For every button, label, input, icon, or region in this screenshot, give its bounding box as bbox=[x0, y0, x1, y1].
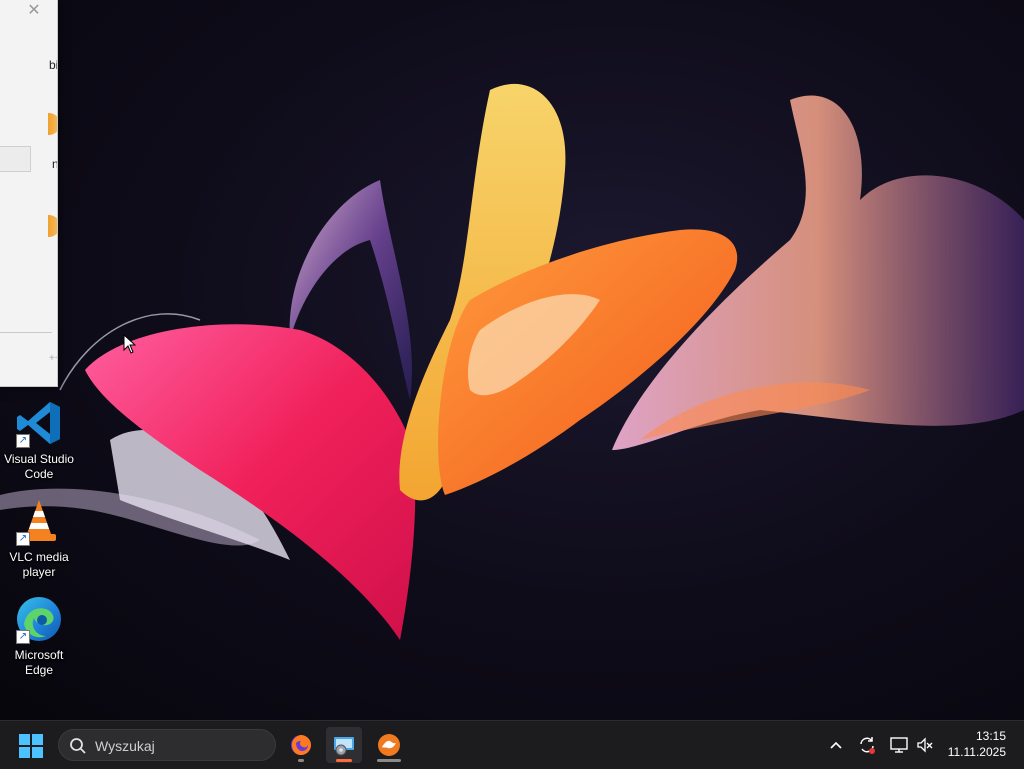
desktop-icon-label: player bbox=[22, 565, 56, 579]
window-textbox[interactable] bbox=[0, 146, 31, 172]
mouse-cursor-icon bbox=[123, 334, 137, 354]
vscode-icon: ↗ bbox=[14, 398, 64, 448]
chevron-up-icon[interactable] bbox=[826, 735, 846, 755]
taskbar-search-box[interactable]: Wyszukaj bbox=[58, 729, 276, 761]
taskbar: Wyszukaj 13:15 11.11.2025 bbox=[0, 720, 1024, 769]
window-icon-fragment bbox=[48, 113, 57, 135]
clock-date: 11.11.2025 bbox=[947, 745, 1006, 759]
partial-app-window[interactable]: ✕ bin ng ++ bbox=[0, 0, 58, 387]
app-orange-icon bbox=[378, 734, 400, 756]
start-button[interactable] bbox=[18, 733, 44, 759]
desktop-icon-vscode[interactable]: ↗ Visual Studio Code bbox=[0, 398, 78, 482]
system-app-icon bbox=[334, 737, 354, 756]
desktop-icon-label: Visual Studio bbox=[4, 452, 74, 466]
desktop-icon-edge[interactable]: ↗ Microsoft Edge bbox=[0, 594, 78, 678]
sync-icon[interactable] bbox=[857, 735, 877, 755]
window-close-button[interactable]: ✕ bbox=[26, 3, 42, 19]
window-text-fragment: ng bbox=[52, 157, 57, 171]
desktop-icon-label: VLC media bbox=[9, 550, 69, 564]
desktop-icon-label: Edge bbox=[24, 663, 54, 677]
app-indicator bbox=[377, 759, 401, 762]
taskbar-app-system[interactable] bbox=[326, 727, 362, 763]
desktop-icon-label: Microsoft bbox=[14, 648, 64, 662]
shortcut-arrow-icon: ↗ bbox=[16, 532, 30, 546]
desktop[interactable]: ✕ bin ng ++ ↗ Visual Studio Code bbox=[0, 0, 1024, 720]
network-icon[interactable] bbox=[889, 735, 909, 755]
app-indicator bbox=[298, 759, 304, 762]
shortcut-arrow-icon: ↗ bbox=[16, 630, 30, 644]
volume-muted-icon[interactable] bbox=[915, 735, 935, 755]
app-indicator bbox=[336, 759, 352, 762]
desktop-icon-label: Code bbox=[24, 467, 54, 481]
search-icon bbox=[70, 738, 86, 754]
clock-time: 13:15 bbox=[975, 729, 1006, 743]
search-placeholder: Wyszukaj bbox=[95, 738, 155, 754]
desktop-icon-vlc[interactable]: ↗ VLC media player bbox=[0, 496, 78, 580]
shortcut-arrow-icon: ↗ bbox=[16, 434, 30, 448]
window-divider bbox=[0, 332, 52, 333]
taskbar-clock[interactable]: 13:15 11.11.2025 bbox=[936, 728, 1006, 760]
firefox-icon bbox=[291, 735, 311, 755]
window-text-fragment: bin bbox=[49, 58, 57, 72]
taskbar-app-firefox[interactable] bbox=[283, 727, 319, 763]
window-icon-fragment bbox=[48, 215, 57, 237]
taskbar-app-orange[interactable] bbox=[371, 727, 407, 763]
vlc-icon: ↗ bbox=[14, 496, 64, 546]
window-text-fragment: ++ bbox=[49, 353, 57, 364]
wallpaper-image bbox=[0, 83, 1024, 640]
edge-icon: ↗ bbox=[14, 594, 64, 644]
